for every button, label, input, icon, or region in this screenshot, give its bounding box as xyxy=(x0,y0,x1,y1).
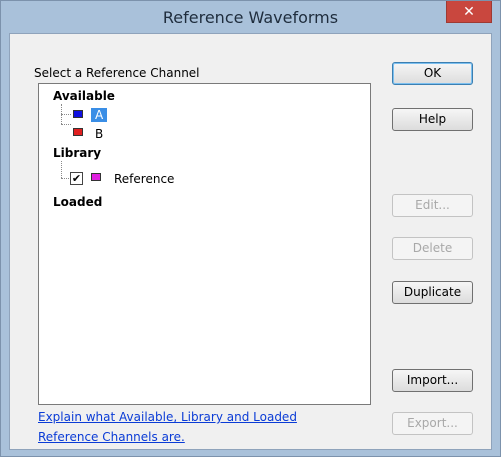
ok-button[interactable]: OK xyxy=(392,62,473,85)
reference-channel-tree[interactable]: Available A B Library ✔ Reference Loaded xyxy=(38,83,371,405)
delete-button[interactable]: Delete xyxy=(392,237,473,260)
color-swatch-a xyxy=(73,110,83,118)
check-icon: ✔ xyxy=(71,172,82,185)
tree-header-available[interactable]: Available xyxy=(53,89,115,103)
tree-header-library[interactable]: Library xyxy=(53,146,101,160)
checkbox-reference[interactable]: ✔ xyxy=(70,172,83,185)
group-label: Select a Reference Channel xyxy=(34,66,200,80)
export-button[interactable]: Export... xyxy=(392,412,473,435)
import-button[interactable]: Import... xyxy=(392,369,473,392)
edit-button[interactable]: Edit... xyxy=(392,194,473,217)
color-swatch-b xyxy=(73,128,83,136)
close-icon: ✕ xyxy=(463,4,475,20)
duplicate-button[interactable]: Duplicate xyxy=(392,281,473,304)
color-swatch-reference xyxy=(91,173,101,181)
help-link-line1[interactable]: Explain what Available, Library and Load… xyxy=(38,410,297,424)
help-link-line2[interactable]: Reference Channels are. xyxy=(38,430,185,444)
help-button[interactable]: Help xyxy=(392,108,473,131)
title-bar: Reference Waveforms ✕ xyxy=(1,1,500,33)
tree-connector xyxy=(61,114,71,115)
tree-header-loaded[interactable]: Loaded xyxy=(53,195,102,209)
tree-connector xyxy=(61,161,62,178)
tree-item-reference[interactable]: Reference xyxy=(114,172,174,186)
tree-connector xyxy=(61,124,71,125)
dialog-title: Reference Waveforms xyxy=(162,8,339,27)
tree-item-a[interactable]: A xyxy=(91,108,108,122)
tree-item-b[interactable]: B xyxy=(95,127,103,141)
close-button[interactable]: ✕ xyxy=(446,1,492,23)
